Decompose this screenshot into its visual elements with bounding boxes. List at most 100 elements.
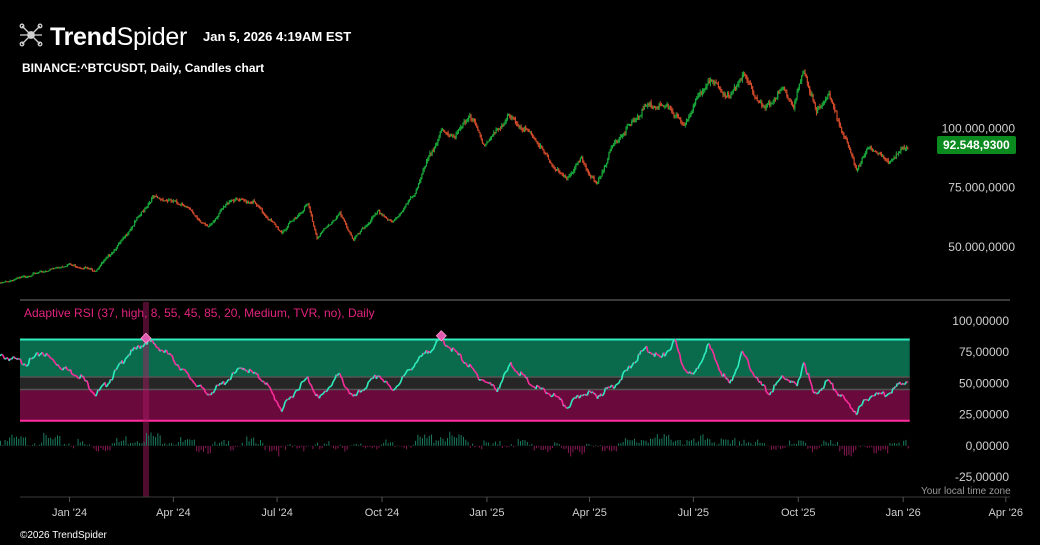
candle[interactable] [770, 104, 772, 106]
candle[interactable] [74, 265, 76, 267]
candle[interactable] [705, 86, 707, 89]
candle[interactable] [879, 153, 881, 155]
candle[interactable] [542, 147, 544, 150]
candle[interactable] [875, 151, 877, 153]
candle[interactable] [462, 122, 464, 127]
candle[interactable] [667, 104, 669, 110]
candle[interactable] [550, 162, 552, 164]
candle[interactable] [331, 222, 333, 224]
candle[interactable] [739, 79, 741, 83]
candle[interactable] [822, 101, 824, 105]
candle[interactable] [809, 85, 811, 93]
candle[interactable] [582, 157, 584, 163]
candle[interactable] [336, 216, 339, 218]
candle[interactable] [545, 153, 547, 155]
candle[interactable] [648, 104, 650, 106]
candle[interactable] [38, 272, 40, 274]
candle[interactable] [518, 125, 520, 128]
candle[interactable] [772, 101, 774, 104]
candle[interactable] [585, 165, 587, 169]
candle[interactable] [803, 72, 805, 74]
candle[interactable] [212, 221, 214, 223]
rsi-pane[interactable] [0, 302, 910, 497]
candle[interactable] [599, 177, 601, 179]
candle[interactable] [0, 282, 1, 284]
candle[interactable] [267, 217, 269, 220]
candle[interactable] [622, 135, 624, 137]
candle[interactable] [489, 138, 491, 141]
candle[interactable] [563, 176, 566, 178]
candle[interactable] [795, 98, 797, 102]
candle[interactable] [175, 200, 177, 202]
candle[interactable] [232, 199, 234, 201]
candle[interactable] [108, 255, 111, 257]
candle[interactable] [88, 268, 90, 270]
candle[interactable] [87, 267, 89, 269]
candle[interactable] [404, 206, 406, 210]
candle[interactable] [303, 206, 306, 211]
candle[interactable] [634, 120, 636, 123]
candle[interactable] [839, 124, 842, 128]
candle[interactable] [796, 91, 798, 99]
candle[interactable] [828, 93, 830, 95]
candle[interactable] [850, 149, 852, 153]
candle[interactable] [729, 95, 731, 98]
candle[interactable] [289, 222, 291, 224]
timezone-note[interactable]: Your local time zone [921, 486, 1011, 497]
candle[interactable] [537, 142, 539, 145]
candle[interactable] [810, 92, 812, 96]
candle[interactable] [855, 166, 858, 171]
candle[interactable] [609, 151, 611, 153]
candle[interactable] [164, 200, 166, 202]
candle[interactable] [639, 115, 641, 118]
candle[interactable] [86, 267, 88, 269]
candle[interactable] [342, 217, 344, 219]
candle[interactable] [300, 212, 302, 214]
candle[interactable] [429, 152, 431, 157]
candle[interactable] [119, 242, 121, 244]
candle[interactable] [179, 204, 181, 206]
candle[interactable] [422, 169, 424, 175]
candle[interactable] [192, 210, 194, 214]
candle[interactable] [852, 155, 854, 159]
candle[interactable] [702, 89, 705, 92]
candle[interactable] [41, 271, 43, 273]
candle[interactable] [420, 177, 422, 182]
candle[interactable] [633, 119, 635, 123]
candle[interactable] [162, 199, 164, 202]
candle[interactable] [720, 88, 722, 90]
candle[interactable] [389, 219, 391, 221]
candle[interactable] [733, 87, 735, 91]
candle[interactable] [897, 152, 900, 154]
candle[interactable] [430, 152, 432, 154]
candle[interactable] [75, 266, 78, 268]
candle[interactable] [731, 92, 733, 94]
candle[interactable] [744, 74, 746, 76]
candle[interactable] [651, 107, 653, 109]
candle[interactable] [680, 118, 682, 122]
candle[interactable] [681, 121, 683, 124]
candle[interactable] [566, 178, 568, 180]
candle[interactable] [421, 174, 423, 178]
candle[interactable] [453, 135, 455, 137]
candle[interactable] [551, 163, 553, 166]
candle[interactable] [255, 203, 258, 206]
candle[interactable] [692, 105, 694, 111]
candle[interactable] [480, 134, 482, 139]
candle[interactable] [419, 181, 421, 184]
candle[interactable] [382, 215, 384, 217]
candle[interactable] [47, 271, 49, 273]
price-pane[interactable] [0, 69, 909, 284]
candle[interactable] [698, 95, 700, 97]
candle[interactable] [749, 82, 751, 85]
candle[interactable] [351, 235, 353, 239]
candle[interactable] [332, 221, 334, 223]
candle[interactable] [502, 125, 504, 127]
candle[interactable] [432, 150, 434, 152]
candle[interactable] [388, 219, 390, 221]
candle[interactable] [474, 121, 477, 125]
candle[interactable] [80, 267, 82, 269]
candle[interactable] [519, 126, 521, 128]
candle[interactable] [486, 142, 488, 145]
candle[interactable] [276, 226, 278, 228]
